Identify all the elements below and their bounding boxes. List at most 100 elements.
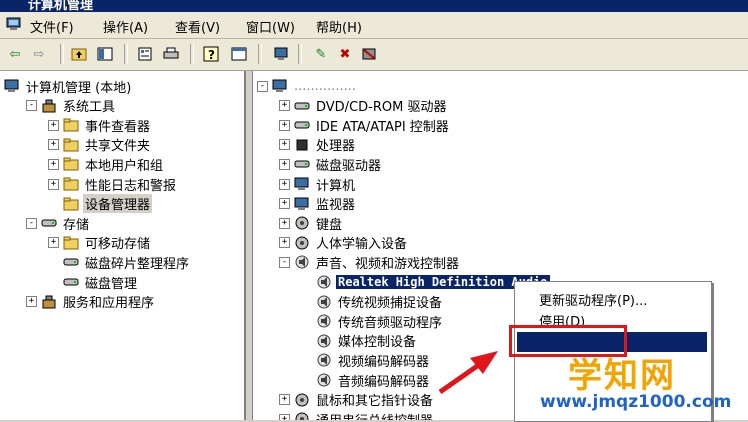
tree-item-label: 通用串行总线控制器: [314, 410, 435, 420]
tree-item-label: DVD/CD-ROM 驱动器: [316, 100, 447, 116]
computer-management-icon[interactable]: [6, 16, 22, 32]
tree-item-label: 存储: [63, 217, 90, 233]
device-tree-item[interactable]: + 人体学输入设备: [279, 234, 409, 252]
sidebar-item[interactable]: + 事件查看器: [48, 116, 152, 135]
update-driver-icon[interactable]: ✎: [312, 45, 330, 63]
svg-text:?: ?: [208, 48, 215, 62]
disk-icon: [63, 278, 79, 286]
folder-icon: [63, 197, 79, 211]
sidebar-item[interactable]: + 性能日志和警报: [48, 175, 178, 194]
sound-icon: [317, 373, 331, 387]
expand-toggle[interactable]: +: [279, 100, 290, 112]
expand-toggle[interactable]: +: [48, 139, 59, 151]
device-tree-item[interactable]: 传统视频捕捉设备: [301, 293, 444, 311]
device-tree-item[interactable]: + 计算机: [279, 175, 357, 194]
expand-toggle[interactable]: +: [48, 178, 59, 190]
expand-toggle[interactable]: +: [279, 198, 290, 210]
toolbar-separator: [190, 44, 194, 64]
expand-toggle[interactable]: +: [279, 119, 290, 131]
expand-toggle[interactable]: +: [48, 158, 59, 170]
watermark-url: www.jmqz1000.com: [540, 392, 732, 412]
expand-toggle[interactable]: +: [279, 217, 290, 229]
expand-toggle[interactable]: +: [48, 119, 59, 131]
disk-icon: [41, 219, 57, 227]
help-icon[interactable]: ?: [202, 45, 220, 63]
tree-item-label: 共享文件夹: [85, 139, 151, 155]
sidebar-item[interactable]: 磁盘管理: [48, 273, 139, 292]
toolbar-separator: [258, 44, 262, 64]
sound-icon: [317, 353, 331, 367]
menu-window[interactable]: 窗口(W): [246, 17, 295, 36]
forward-arrow-icon[interactable]: ⇨: [30, 45, 48, 63]
tree-item-label: 系统工具: [63, 100, 116, 116]
tree-item-label: 计算机: [316, 178, 356, 194]
disk-icon: [63, 258, 79, 266]
device-tree-item[interactable]: + 监视器: [279, 195, 357, 213]
device-tree-item[interactable]: + 鼠标和其它指针设备: [279, 391, 435, 409]
console-tree-pane[interactable]: 计算机管理 (本地) - 系统工具 + 事件查看器 + 共享文件夹 + 本地用户和组 + 性能日志…: [0, 71, 246, 420]
menu-help[interactable]: 帮助(H): [316, 17, 362, 36]
up-folder-icon[interactable]: [70, 45, 88, 63]
toolbar: ⇦ ⇨ ? ✎ ✖: [0, 39, 748, 71]
disable-device-icon[interactable]: [360, 45, 378, 63]
collapse-toggle[interactable]: -: [26, 100, 37, 112]
menu-file[interactable]: 文件(F): [30, 17, 74, 36]
device-tree-root[interactable]: - ...............: [257, 77, 358, 95]
tree-root[interactable]: 计算机管理 (本地): [4, 77, 133, 96]
device-tree-item[interactable]: 视频编码解码器: [301, 351, 431, 370]
device-tree-item[interactable]: + IDE ATA/ATAPI 控制器: [279, 116, 451, 135]
menu-view[interactable]: 查看(V): [175, 17, 220, 36]
device-tree-item[interactable]: 音频编码解码器: [301, 371, 431, 390]
properties-icon[interactable]: [136, 45, 154, 63]
tools-icon: [42, 295, 56, 309]
back-arrow-icon[interactable]: ⇦: [6, 45, 24, 63]
expand-toggle[interactable]: +: [279, 394, 290, 406]
device-tree-item[interactable]: Realtek High Definition Audio: [301, 273, 550, 291]
collapse-toggle[interactable]: -: [279, 256, 290, 268]
device-icon: [295, 216, 309, 230]
device-tree-item[interactable]: + 处理器: [279, 136, 357, 154]
sidebar-item[interactable]: 磁盘碎片整理程序: [48, 253, 191, 272]
device-tree-item[interactable]: + 通用串行总线控制器: [279, 410, 435, 420]
tree-item-label: IDE ATA/ATAPI 控制器: [316, 119, 449, 135]
device-tree-item[interactable]: + 键盘: [279, 214, 344, 233]
computer-icon: [272, 79, 287, 92]
sidebar-item[interactable]: + 本地用户和组: [48, 155, 165, 174]
chip-icon: [296, 139, 308, 151]
expand-toggle[interactable]: +: [48, 237, 59, 249]
device-tree-item[interactable]: 传统音频驱动程序: [301, 312, 444, 331]
tree-item-label: 本地用户和组: [85, 158, 164, 174]
device-icon: [295, 236, 309, 250]
device-tree-item[interactable]: 媒体控制设备: [301, 332, 418, 350]
console-view-icon[interactable]: [230, 45, 248, 63]
expand-toggle[interactable]: +: [279, 139, 290, 151]
sidebar-item[interactable]: 设备管理器: [48, 194, 153, 214]
print-icon[interactable]: [162, 45, 180, 63]
expand-toggle[interactable]: +: [26, 296, 37, 308]
title-bar: 计算机管理: [0, 0, 748, 12]
menu-action[interactable]: 操作(A): [103, 17, 148, 36]
device-tree-item[interactable]: + 磁盘驱动器: [279, 155, 383, 174]
expand-toggle[interactable]: +: [279, 237, 290, 249]
device-tree-item[interactable]: - 声音、视频和游戏控制器: [279, 253, 461, 272]
sidebar-item[interactable]: + 共享文件夹: [48, 136, 152, 154]
sidebar-item[interactable]: + 服务和应用程序: [26, 293, 156, 311]
sidebar-item[interactable]: - 存储: [26, 214, 91, 233]
expand-toggle[interactable]: +: [279, 413, 290, 420]
expand-toggle[interactable]: +: [279, 178, 290, 190]
tree-item-label: 人体学输入设备: [316, 237, 408, 253]
collapse-toggle[interactable]: -: [26, 217, 37, 229]
toolbar-separator: [60, 44, 64, 64]
expand-toggle[interactable]: +: [279, 158, 290, 170]
menu-bar: 文件(F) 操作(A) 查看(V) 窗口(W) 帮助(H): [0, 12, 748, 39]
show-hide-tree-icon[interactable]: [96, 45, 114, 63]
scan-hardware-icon[interactable]: [272, 45, 290, 63]
device-tree-item[interactable]: + DVD/CD-ROM 驱动器: [279, 97, 448, 115]
tree-item-label: 声音、视频和游戏控制器: [316, 256, 460, 272]
uninstall-icon[interactable]: ✖: [336, 45, 354, 63]
context-item-update-driver[interactable]: 更新驱动程序(P)...: [539, 290, 647, 309]
tree-item-label: 磁盘驱动器: [316, 158, 382, 174]
sidebar-item[interactable]: + 可移动存储: [48, 234, 152, 252]
collapse-toggle[interactable]: -: [257, 80, 268, 92]
sidebar-item[interactable]: - 系统工具: [26, 97, 117, 115]
